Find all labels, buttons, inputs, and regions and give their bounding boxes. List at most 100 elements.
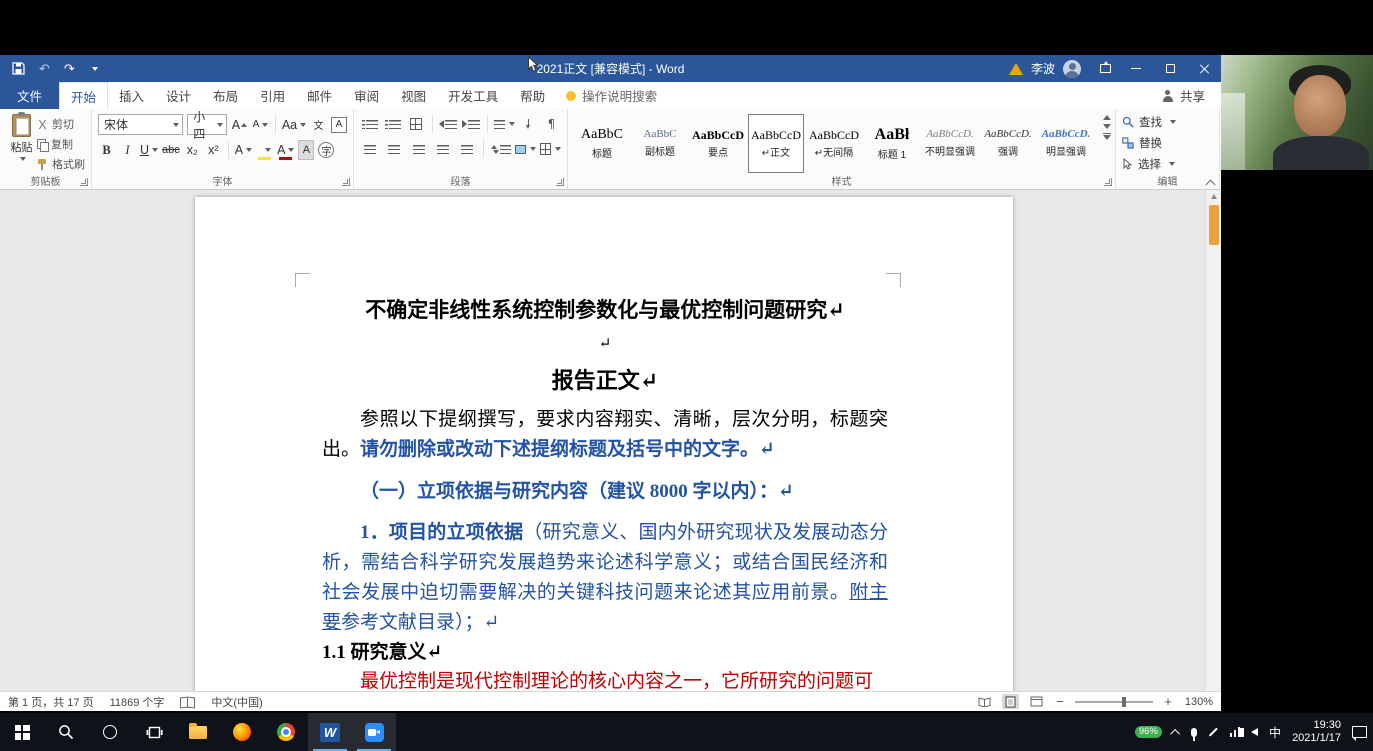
phonetic-guide-button[interactable]: 文 — [310, 115, 327, 135]
tab-layout[interactable]: 布局 — [202, 82, 249, 109]
ribbon-display-options-icon[interactable] — [1091, 55, 1119, 82]
page-indicator[interactable]: 第 1 页，共 17 页 — [8, 694, 94, 710]
zoom-out-button[interactable] — [1054, 695, 1066, 708]
underline-button[interactable]: U — [140, 140, 159, 160]
warning-icon[interactable] — [1008, 62, 1023, 75]
tab-references[interactable]: 引用 — [249, 82, 296, 109]
customize-qat-icon[interactable] — [89, 66, 98, 71]
word-count[interactable]: 11869 个字 — [110, 694, 165, 710]
gallery-scroll-up-icon[interactable] — [1103, 115, 1111, 120]
page-content[interactable]: 不确定非线性系统控制参数化与最优控制问题研究↵ ↵ 报告正文↵ 参照以下提纲撰写… — [322, 197, 888, 691]
bullets-button[interactable] — [360, 114, 379, 134]
zoom-slider[interactable] — [1075, 696, 1153, 707]
microphone-icon[interactable] — [1190, 727, 1197, 741]
taskbar-clock[interactable]: 19:30 2021/1/17 — [1292, 719, 1341, 745]
tab-mailings[interactable]: 邮件 — [296, 82, 343, 109]
action-center-icon[interactable] — [1352, 726, 1367, 741]
style-card-title[interactable]: AaBbC 标题 — [574, 114, 630, 173]
style-card-emphasis[interactable]: AaBbCcD. 强调 — [980, 114, 1036, 173]
maximize-button[interactable] — [1153, 55, 1187, 82]
print-layout-button[interactable] — [1002, 694, 1019, 709]
tab-home[interactable]: 开始 — [59, 82, 109, 109]
volume-icon[interactable] — [1240, 727, 1259, 737]
font-size-select[interactable]: 小四 — [187, 110, 227, 141]
meeting-taskbar-button[interactable] — [352, 713, 396, 751]
asian-layout-button[interactable] — [493, 114, 515, 134]
shrink-font-button[interactable]: A — [252, 115, 269, 135]
highlight-color-button[interactable] — [256, 140, 273, 160]
save-icon[interactable] — [12, 62, 25, 75]
zoom-in-button[interactable] — [1162, 695, 1174, 708]
gallery-scroll-down-icon[interactable] — [1103, 124, 1111, 129]
word-taskbar-button[interactable] — [308, 713, 352, 751]
close-button[interactable] — [1187, 55, 1221, 82]
zoom-slider-thumb[interactable] — [1121, 696, 1126, 707]
scroll-up-icon[interactable] — [1210, 194, 1217, 199]
shading-button[interactable] — [514, 139, 536, 159]
tab-help[interactable]: 帮助 — [509, 82, 556, 109]
align-right-button[interactable] — [408, 139, 428, 159]
network-icon[interactable] — [1229, 727, 1241, 737]
account-name[interactable]: 李波 — [1031, 60, 1055, 77]
align-left-button[interactable] — [360, 139, 380, 159]
cortana-button[interactable] — [88, 713, 132, 751]
grow-font-button[interactable]: A — [231, 115, 248, 135]
style-card-keypoints[interactable]: AaBbCcD 要点 — [690, 114, 746, 173]
replace-button[interactable]: 替换 — [1122, 134, 1213, 152]
superscript-button[interactable]: x² — [205, 140, 222, 160]
sort-button[interactable] — [519, 114, 538, 134]
italic-button[interactable]: I — [119, 140, 136, 160]
avatar[interactable] — [1063, 59, 1081, 78]
style-card-heading1[interactable]: AaBł 标题 1 — [864, 114, 920, 173]
pen-icon[interactable] — [1208, 727, 1219, 737]
ime-indicator[interactable]: 中 — [1269, 724, 1281, 741]
numbering-button[interactable] — [383, 114, 402, 134]
enclose-characters-button[interactable]: 字 — [318, 142, 335, 158]
multilevel-list-button[interactable] — [406, 114, 425, 134]
find-button[interactable]: 查找 — [1122, 113, 1213, 131]
tab-design[interactable]: 设计 — [155, 82, 202, 109]
subscript-button[interactable]: x₂ — [184, 140, 201, 160]
language-indicator[interactable]: 中文(中国) — [211, 694, 262, 710]
firefox-button[interactable] — [220, 713, 264, 751]
strikethrough-button[interactable]: abc — [162, 140, 180, 160]
character-shading-button[interactable]: A — [298, 140, 315, 160]
taskbar-search-button[interactable] — [44, 713, 88, 751]
gallery-more-icon[interactable] — [1103, 133, 1111, 141]
decrease-indent-button[interactable] — [438, 114, 457, 134]
undo-icon[interactable]: ↶ — [39, 62, 50, 75]
paragraph-dialog-launcher[interactable] — [556, 178, 564, 186]
document-page[interactable]: 不确定非线性系统控制参数化与最优控制问题研究↵ ↵ 报告正文↵ 参照以下提纲撰写… — [195, 197, 1013, 691]
redo-icon[interactable]: ↷ — [64, 62, 75, 75]
task-view-button[interactable] — [132, 713, 176, 751]
styles-dialog-launcher[interactable] — [1104, 178, 1112, 186]
zoom-level[interactable]: 130% — [1183, 696, 1213, 708]
style-card-subtitle[interactable]: AaBbC 副标题 — [632, 114, 688, 173]
font-family-select[interactable]: 宋体 — [98, 114, 184, 135]
font-color-button[interactable]: A — [277, 140, 295, 160]
paste-button[interactable]: 粘贴 — [6, 112, 37, 173]
format-painter-button[interactable]: 格式刷 — [37, 156, 85, 172]
align-center-button[interactable] — [384, 139, 404, 159]
bold-button[interactable]: B — [98, 140, 115, 160]
proofing-icon[interactable] — [180, 696, 195, 708]
cut-button[interactable]: 剪切 — [37, 116, 85, 132]
battery-indicator[interactable]: 96% — [1134, 725, 1162, 739]
vertical-scrollbar[interactable] — [1205, 190, 1221, 691]
file-explorer-button[interactable] — [176, 713, 220, 751]
share-button[interactable]: 共享 — [1162, 82, 1221, 109]
start-button[interactable] — [0, 713, 44, 751]
tab-view[interactable]: 视图 — [390, 82, 437, 109]
tab-developer[interactable]: 开发工具 — [437, 82, 509, 109]
style-card-intense-emphasis[interactable]: AaBbCcD. 明显强调 — [1038, 114, 1094, 173]
change-case-button[interactable]: Aa — [282, 115, 307, 135]
style-card-normal[interactable]: AaBbCcD ↵正文 — [748, 114, 804, 173]
text-effects-button[interactable]: A — [235, 140, 253, 160]
copy-button[interactable]: 复制 — [37, 136, 85, 152]
increase-indent-button[interactable] — [462, 114, 481, 134]
tab-file[interactable]: 文件 — [0, 82, 60, 109]
character-border-button[interactable]: A — [331, 116, 347, 133]
borders-button[interactable] — [539, 139, 561, 159]
minimize-button[interactable] — [1119, 55, 1153, 82]
style-card-subtle-emphasis[interactable]: AaBbCcD. 不明显强调 — [922, 114, 978, 173]
